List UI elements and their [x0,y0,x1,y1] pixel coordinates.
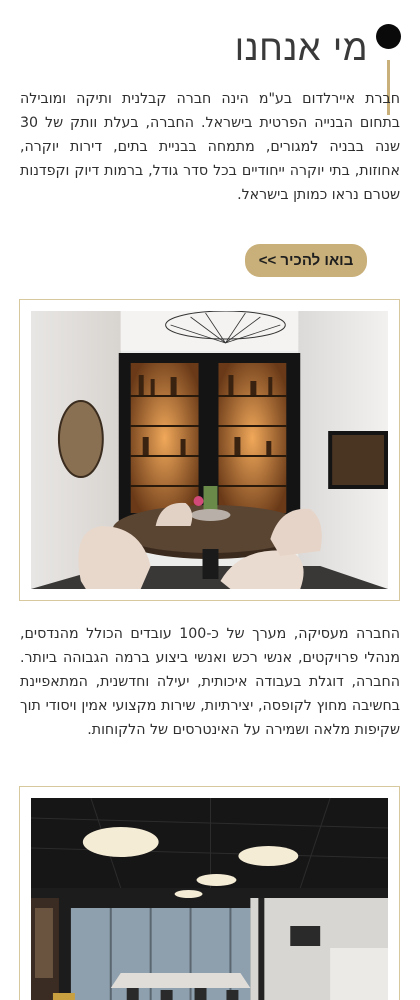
office-photo-frame-2 [19,786,400,1000]
company-paragraph: החברה מעסיקה, מערך של כ-100 עובדים הכולל… [20,626,400,738]
office-interior-photo [31,798,388,1000]
bullet-dot-icon [376,24,401,49]
meeting-room-photo [31,311,388,589]
learn-more-button[interactable]: בואו להכיר >> [245,244,367,277]
office-interior-image [31,798,388,1000]
office-photo-frame [19,299,400,601]
intro-paragraph: חברת איירלדום בע"מ הינה חברה קבלנית ותיק… [20,91,400,203]
section-title: מי אנחנו [234,28,368,69]
meeting-room-image [31,311,388,589]
about-section: מי אנחנו חברת איירלדום בע"מ הינה חברה קב… [0,0,420,1000]
